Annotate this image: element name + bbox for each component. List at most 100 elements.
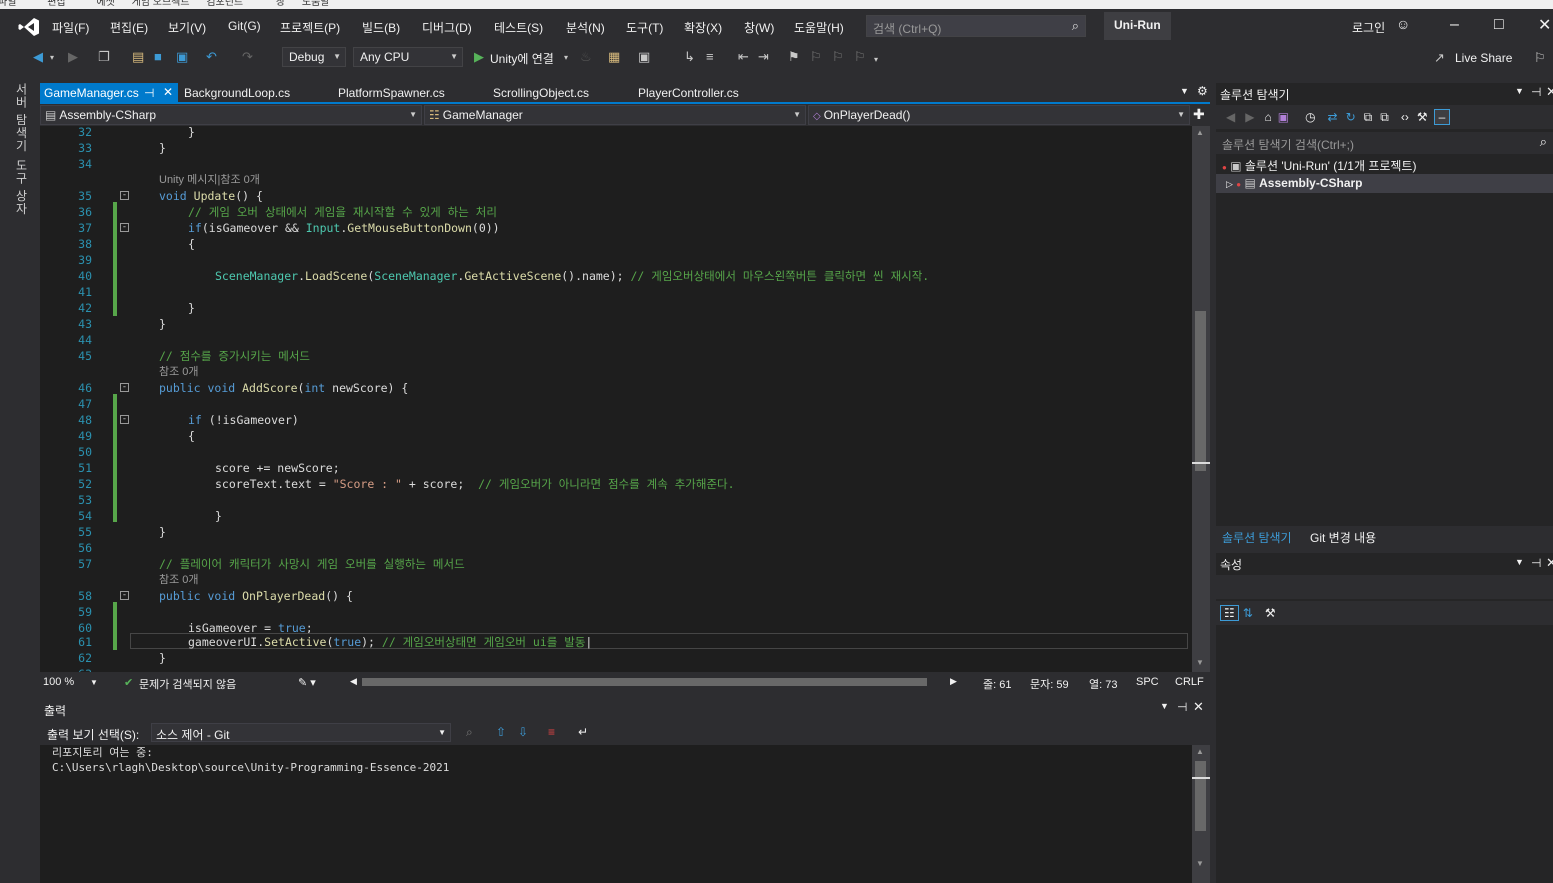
scroll-up-icon[interactable]: ▲ [1196, 747, 1204, 756]
properties-wrench-icon[interactable]: ⚒ [1417, 110, 1428, 124]
panel-menu-icon[interactable]: ▼ [1515, 86, 1524, 96]
sync-icon[interactable]: ⇄ [1328, 110, 1338, 124]
solution-search-input[interactable]: 솔루션 탐색기 검색(Ctrl+;) ⌕ [1216, 132, 1553, 154]
tab-gamemanager[interactable]: GameManager.cs ⊣ ✕ [40, 83, 178, 104]
menu-analyze[interactable]: 분석(N) [566, 19, 605, 36]
code-editor[interactable]: 32} 33} 34 Unity 메시지|참조 0개 35- void Updat… [40, 126, 1210, 672]
find-message-icon[interactable]: ⌕ [466, 725, 473, 740]
bookmark-icon[interactable]: ⚑ [788, 49, 800, 65]
tab-platformspawner[interactable]: PlatformSpawner.cs [334, 83, 449, 104]
refresh-icon[interactable]: ↻ [1346, 110, 1356, 124]
scroll-down-icon[interactable]: ▼ [1196, 859, 1204, 868]
codelens[interactable]: 참조 0개 [40, 364, 1190, 380]
account-icon[interactable]: ☺ [1396, 16, 1410, 32]
menu-project[interactable]: 프로젝트(P) [280, 19, 340, 36]
clear-bookmarks-icon[interactable]: ⚐ [854, 49, 866, 65]
expand-icon[interactable]: ▷ [1226, 179, 1233, 189]
tab-solution-explorer[interactable]: 솔루션 탐색기 [1222, 529, 1292, 546]
menu-build[interactable]: 빌드(B) [362, 19, 400, 36]
menu-file[interactable]: 파일(F) [52, 19, 89, 36]
scroll-right-icon[interactable]: ▶ [950, 676, 957, 687]
pin-icon[interactable]: ⊣ [144, 86, 154, 100]
next-bookmark-icon[interactable]: ⚐ [832, 49, 844, 65]
screenshot-icon[interactable]: ▣ [638, 49, 650, 65]
output-text[interactable]: 리포지토리 여는 중: C:\Users\rlagh\Desktop\sourc… [40, 745, 1192, 883]
new-project-icon[interactable]: ❐ [98, 49, 110, 65]
tab-git-changes[interactable]: Git 변경 내용 [1310, 529, 1376, 546]
back-dropdown-icon[interactable]: ▾ [50, 53, 54, 62]
feedback-icon[interactable]: ⚐ [1534, 50, 1546, 66]
settings-gear-icon[interactable]: ⚙ [1197, 84, 1208, 98]
back-icon[interactable]: ◀ [1226, 110, 1235, 124]
login-link[interactable]: 로그인 [1352, 19, 1385, 36]
split-view-icon[interactable]: ✚ [1193, 106, 1205, 123]
menu-debug[interactable]: 디버그(D) [422, 19, 472, 36]
preview-toggle-icon[interactable]: ‒ [1433, 109, 1451, 125]
toolbar-overflow-icon[interactable]: ▾ [874, 55, 878, 64]
close-icon[interactable]: ✕ [1546, 555, 1553, 571]
tab-scrollingobject[interactable]: ScrollingObject.cs [489, 83, 593, 104]
redo-icon[interactable]: ↷ [242, 49, 253, 65]
close-window-button[interactable]: ✕ [1538, 15, 1551, 35]
forward-icon[interactable]: ▶ [68, 49, 78, 65]
prev-message-icon[interactable]: ⇧ [496, 725, 506, 739]
zoom-level[interactable]: 100 % [43, 676, 74, 688]
minimize-button[interactable]: – [1450, 16, 1459, 34]
outdent-icon[interactable]: ⇤ [738, 49, 749, 65]
property-pages-icon[interactable]: ⚒ [1265, 606, 1276, 620]
clear-all-icon[interactable]: ≡ [548, 725, 555, 739]
menu-view[interactable]: 보기(V) [168, 19, 206, 36]
collapse-icon[interactable]: - [120, 223, 129, 232]
scroll-down-icon[interactable]: ▼ [1196, 658, 1204, 667]
line-ending[interactable]: CRLF [1175, 676, 1204, 688]
tab-playercontroller[interactable]: PlayerController.cs [634, 83, 743, 104]
brush-icon[interactable]: ✎ ▾ [298, 676, 316, 689]
indent-icon[interactable]: ⇥ [758, 49, 769, 65]
project-dropdown[interactable]: ▤ Assembly-CSharp ▼ [40, 105, 422, 125]
codelens[interactable]: Unity 메시지|참조 0개 [40, 172, 1190, 188]
member-dropdown[interactable]: ◇ OnPlayerDead() ▼ [808, 105, 1190, 125]
pin-icon[interactable]: ⊣ [1177, 700, 1187, 714]
indent-mode[interactable]: SPC [1136, 676, 1159, 688]
start-debug-icon[interactable]: ▶ [474, 49, 484, 65]
pin-icon[interactable]: ⊣ [1531, 556, 1541, 570]
panel-menu-icon[interactable]: ▼ [1160, 701, 1169, 711]
live-share-button[interactable]: Live Share [1455, 51, 1512, 65]
home-icon[interactable]: ⌂ [1264, 110, 1271, 124]
tab-backgroundloop[interactable]: BackgroundLoop.cs [180, 83, 294, 104]
issues-status[interactable]: 문제가 검색되지 않음 [139, 676, 236, 692]
close-icon[interactable]: ✕ [163, 85, 173, 99]
scroll-left-icon[interactable]: ◀ [350, 676, 357, 687]
tab-list-dropdown-icon[interactable]: ▼ [1180, 86, 1189, 96]
hot-reload-icon[interactable]: ♨ [580, 49, 592, 65]
browse-icon[interactable]: ▦ [608, 49, 620, 65]
maximize-button[interactable]: □ [1494, 16, 1504, 34]
zoom-dropdown-icon[interactable]: ▼ [90, 678, 98, 687]
word-wrap-icon[interactable]: ↵ [578, 725, 588, 739]
output-source-dropdown[interactable]: 소스 제어 - Git ▼ [151, 723, 451, 742]
menu-tools[interactable]: 도구(T) [626, 19, 663, 36]
open-folder-icon[interactable]: ▤ [132, 49, 144, 65]
attach-unity-button[interactable]: Unity에 연결 [490, 50, 554, 67]
scroll-thumb[interactable] [1195, 311, 1206, 471]
search-input[interactable]: 검색 (Ctrl+Q) ⌕ [866, 15, 1086, 37]
menu-test[interactable]: 테스트(S) [494, 19, 543, 36]
pin-icon[interactable]: ⊣ [1531, 85, 1541, 99]
horizontal-scroll-thumb[interactable] [362, 678, 927, 686]
forward-icon[interactable]: ▶ [1245, 110, 1254, 124]
menu-git[interactable]: Git(G) [228, 19, 261, 33]
save-all-icon[interactable]: ▣ [176, 49, 188, 65]
categorized-icon[interactable]: ☷ [1220, 605, 1239, 621]
menu-window[interactable]: 창(W) [744, 19, 774, 36]
collapse-icon[interactable]: - [120, 191, 129, 200]
step-icon[interactable]: ↳ [684, 49, 695, 65]
back-icon[interactable]: ◀ [33, 49, 43, 65]
visual-studio-logo-icon[interactable] [18, 17, 40, 37]
close-icon[interactable]: ✕ [1546, 84, 1553, 100]
collapse-all-icon[interactable]: ⧉ [1364, 110, 1373, 125]
platform-dropdown[interactable]: Any CPU ▼ [353, 47, 463, 67]
vs-switch-view-icon[interactable]: ▣ [1278, 110, 1289, 124]
menu-edit[interactable]: 편집(E) [110, 19, 148, 36]
prev-bookmark-icon[interactable]: ⚐ [810, 49, 822, 65]
live-share-icon[interactable]: ↗ [1434, 50, 1445, 66]
